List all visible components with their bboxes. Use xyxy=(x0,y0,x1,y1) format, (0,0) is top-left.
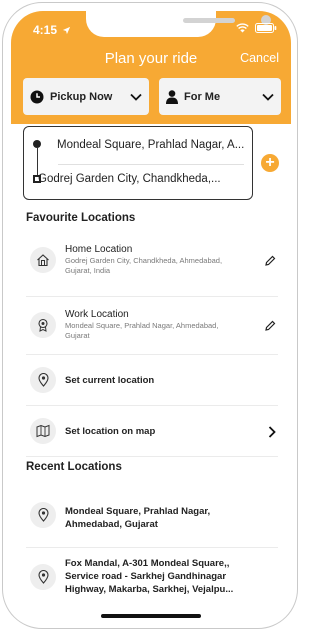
status-time: 4:15 xyxy=(33,23,71,37)
work-icon-circle xyxy=(30,312,56,338)
route-divider xyxy=(58,164,244,165)
work-icon xyxy=(38,318,48,332)
rider-label: For Me xyxy=(184,90,221,103)
home-icon-circle xyxy=(30,247,56,273)
notch xyxy=(86,11,271,37)
add-stop-button[interactable]: + xyxy=(261,154,279,172)
work-location-address: Mondeal Square, Prahlad Nagar, Ahmedabad… xyxy=(65,321,219,340)
set-location-on-map-label: Set location on map xyxy=(65,426,156,437)
header: 4:15 Plan your ride Cancel Pickup Now Fo… xyxy=(11,11,291,124)
recent-location-row[interactable]: Mondeal Square, Prahlad Nagar, Ahmedabad… xyxy=(26,488,278,548)
home-icon xyxy=(37,254,49,267)
cancel-button[interactable]: Cancel xyxy=(240,51,279,65)
recent-location-row[interactable]: Fox Mandal, A-301 Mondeal Square,, Servi… xyxy=(26,548,278,608)
home-location-address: Godrej Garden City, Chandkheda, Ahmedaba… xyxy=(65,256,223,275)
chevron-right-icon xyxy=(268,426,276,438)
clock-icon xyxy=(30,90,44,103)
set-current-location-label: Set current location xyxy=(65,375,155,386)
edit-work-button[interactable] xyxy=(264,319,276,337)
chevron-right-button xyxy=(268,425,276,443)
home-indicator xyxy=(101,614,201,618)
phone-frame: 4:15 Plan your ride Cancel Pickup Now Fo… xyxy=(2,2,298,629)
home-location-title: Home Location xyxy=(65,244,133,255)
pickup-time-label: Pickup Now xyxy=(50,90,113,103)
set-current-location-row[interactable]: Set current location xyxy=(26,355,278,406)
location-pin-icon xyxy=(37,508,49,522)
location-arrow-icon xyxy=(63,26,71,35)
route-card: Mondeal Square, Prahlad Nagar, A... Godr… xyxy=(23,126,253,200)
pickup-location-field[interactable]: Mondeal Square, Prahlad Nagar, A... xyxy=(57,139,244,151)
speaker xyxy=(183,18,235,23)
rider-dropdown[interactable]: For Me xyxy=(159,78,281,115)
recent-location-text: Mondeal Square, Prahlad Nagar, Ahmedabad… xyxy=(65,506,211,530)
person-icon xyxy=(166,89,178,104)
edit-home-button[interactable] xyxy=(264,254,276,272)
map-icon-circle xyxy=(30,418,56,444)
battery-icon xyxy=(255,23,277,33)
status-icons xyxy=(236,23,277,33)
location-pin-icon-circle xyxy=(30,367,56,393)
location-pin-icon-circle xyxy=(30,502,56,528)
pencil-icon xyxy=(265,320,276,331)
location-pin-icon xyxy=(37,373,49,387)
pencil-icon xyxy=(265,255,276,266)
destination-location-field[interactable]: Godrej Garden City, Chandkheda,... xyxy=(38,173,221,185)
favourite-home-row[interactable]: Home Location Godrej Garden City, Chandk… xyxy=(26,239,278,297)
favourite-work-row[interactable]: Work Location Mondeal Square, Prahlad Na… xyxy=(26,297,278,355)
recent-location-text: Fox Mandal, A-301 Mondeal Square,, Servi… xyxy=(65,558,234,595)
chevron-down-icon xyxy=(130,93,142,101)
pickup-time-dropdown[interactable]: Pickup Now xyxy=(23,78,149,115)
recent-section-title: Recent Locations xyxy=(26,461,122,473)
map-icon xyxy=(36,424,50,438)
work-location-title: Work Location xyxy=(65,309,129,320)
app-screen: 4:15 Plan your ride Cancel Pickup Now Fo… xyxy=(11,11,291,622)
favourites-section-title: Favourite Locations xyxy=(26,212,136,224)
set-location-on-map-row[interactable]: Set location on map xyxy=(26,406,278,457)
chevron-down-icon xyxy=(262,93,274,101)
location-pin-icon-circle xyxy=(30,564,56,590)
status-time-text: 4:15 xyxy=(33,23,58,37)
location-pin-icon xyxy=(37,570,49,584)
wifi-icon xyxy=(236,23,249,33)
